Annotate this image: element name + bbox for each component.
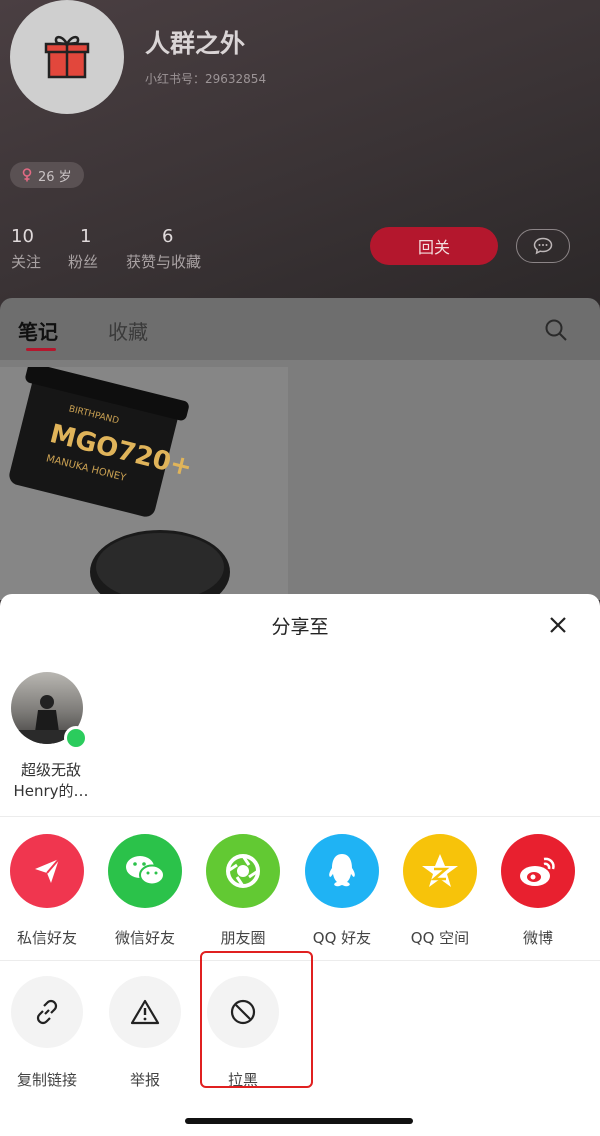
copy-link-button[interactable]: 复制链接	[2, 976, 92, 1090]
contact-name[interactable]: 超级无敌Henry的…	[6, 760, 96, 802]
share-label: 微信好友	[114, 929, 175, 947]
share-label: QQ 好友	[312, 929, 372, 947]
share-label: 微博	[522, 929, 553, 947]
moments-icon	[206, 834, 280, 908]
tool-label: 举报	[129, 1071, 160, 1089]
profile-avatar[interactable]	[10, 0, 124, 114]
qq-icon	[305, 834, 379, 908]
share-sheet-title: 分享至	[271, 616, 329, 638]
share-label: 朋友圈	[220, 929, 266, 947]
weibo-icon	[501, 834, 575, 908]
share-qzone[interactable]: QQ 空间	[395, 834, 485, 948]
profile-name: 人群之外	[145, 29, 246, 58]
share-qq[interactable]: QQ 好友	[297, 834, 387, 948]
tab-notes[interactable]: 笔记	[18, 316, 58, 351]
stat-label: 粉丝	[68, 253, 99, 271]
home-indicator	[185, 1118, 413, 1124]
tab-collections[interactable]: 收藏	[108, 316, 148, 345]
share-private-message[interactable]: 私信好友	[2, 834, 92, 948]
female-icon	[22, 168, 32, 182]
stat-label: 获赞与收藏	[126, 253, 202, 271]
stat-likes[interactable]: 6 获赞与收藏	[126, 226, 201, 272]
tool-label: 复制链接	[16, 1071, 77, 1089]
search-icon[interactable]	[544, 318, 568, 346]
stat-following[interactable]: 10 关注	[11, 226, 41, 272]
stat-number: 1	[80, 226, 92, 247]
share-wechat[interactable]: 微信好友	[100, 834, 190, 948]
close-icon[interactable]	[545, 612, 571, 642]
note-thumbnail[interactable]: MGO720+ MANUKA HONEY BIRTHPAND	[0, 367, 288, 600]
chat-bubble-icon	[533, 237, 553, 255]
content-tabs	[0, 298, 600, 360]
link-icon	[11, 976, 83, 1048]
age-text: 26 岁	[38, 169, 72, 185]
send-icon	[10, 834, 84, 908]
share-weibo[interactable]: 微博	[493, 834, 583, 948]
gift-icon	[44, 35, 90, 79]
qzone-icon	[403, 834, 477, 908]
stat-number: 6	[162, 226, 174, 247]
profile-id: 小红书号：29632854	[145, 72, 267, 86]
share-label: 私信好友	[16, 929, 77, 947]
warning-icon	[109, 976, 181, 1048]
online-status-dot	[64, 726, 88, 750]
stat-followers[interactable]: 1 粉丝	[68, 226, 98, 272]
report-button[interactable]: 举报	[100, 976, 190, 1090]
message-button[interactable]	[516, 229, 570, 263]
follow-back-button[interactable]: 回关	[370, 227, 498, 265]
share-moments[interactable]: 朋友圈	[198, 834, 288, 948]
highlight-box	[200, 951, 313, 1088]
age-badge: 26 岁	[10, 162, 84, 188]
note-photo: MGO720+ MANUKA HONEY BIRTHPAND	[0, 367, 288, 600]
divider	[0, 816, 600, 817]
wechat-icon	[108, 834, 182, 908]
share-label: QQ 空间	[410, 929, 470, 947]
stat-label: 关注	[11, 253, 42, 271]
stat-number: 10	[11, 226, 34, 247]
